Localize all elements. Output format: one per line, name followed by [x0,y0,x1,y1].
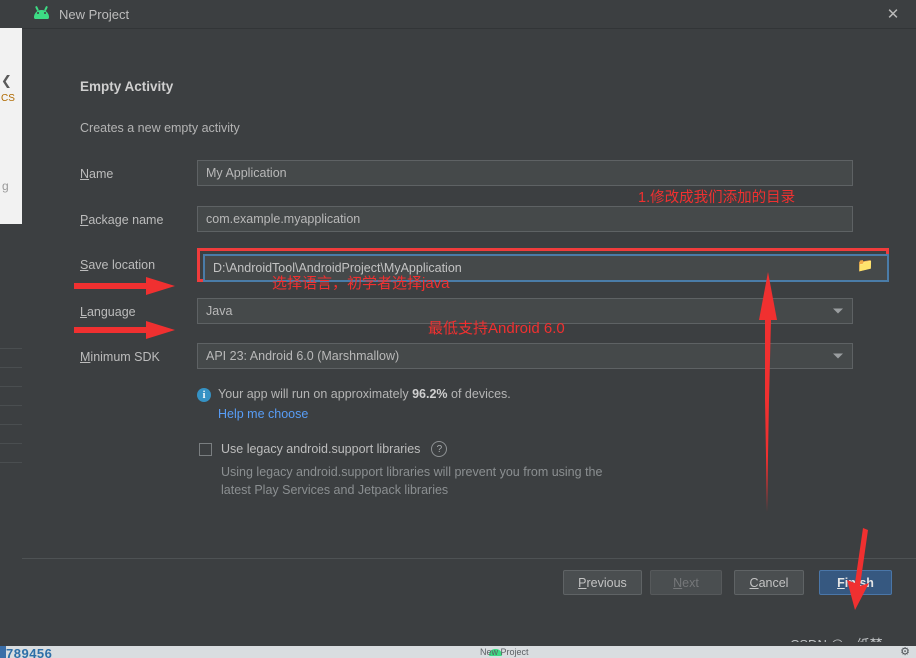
dialog-footer: Previous Next Cancel Finish [22,558,916,607]
next-button: Next [650,570,722,595]
help-me-choose-link[interactable]: Help me choose [218,407,308,421]
android-robot-icon [34,9,49,19]
background-browser-text: CS [1,93,15,104]
label-language-rest: anguage [86,305,136,319]
background-left-strip: ❮ CS g [0,0,23,658]
dialog-title: New Project [59,6,130,22]
finish-button[interactable]: Finish [819,570,892,595]
page-subtitle: Creates a new empty activity [80,121,240,135]
taskbar: New Project ⚙ 789456 [0,642,916,658]
taskbar-background: New Project ⚙ [0,646,916,658]
folder-icon[interactable]: 📁 [857,259,873,272]
label-package-name: Package name [80,213,164,227]
label-minimum-sdk: Minimum SDK [80,350,160,364]
legacy-libraries-row[interactable]: Use legacy android.support libraries ? [199,441,448,457]
language-combo-value: Java [206,304,233,318]
label-save-location: Save location [80,258,156,272]
background-ide-rows [0,330,22,480]
annotation-save-location: 1.修改成我们添加的目录 [638,190,796,206]
previous-button-rest: revious [586,575,627,590]
close-icon[interactable]: ✕ [870,0,916,28]
annotation-minimum-sdk: 最低支持Android 6.0 [428,320,565,337]
cancel-button[interactable]: Cancel [734,570,804,595]
label-save-location-rest: ave location [88,258,156,272]
label-name-rest: ame [89,167,114,181]
background-browser-window: ❮ CS g [0,28,23,224]
chevron-down-icon [833,353,843,359]
info-icon: i [197,388,211,402]
device-coverage-info: i Your app will run on approximately 96.… [197,387,511,402]
cancel-button-rest: ancel [758,575,789,590]
help-icon[interactable]: ? [431,441,448,457]
dialog-titlebar: New Project ✕ [22,0,916,29]
annotation-language: 选择语言，初学者选择java [272,275,450,292]
name-input[interactable]: My Application [197,160,853,186]
taskbar-item-new-project[interactable]: New Project [480,647,529,657]
info-suffix: of devices. [447,387,511,401]
gear-icon[interactable]: ⚙ [900,645,910,658]
chevron-left-icon: ❮ [1,73,12,88]
label-language: Language [80,305,136,319]
info-percent: 96.2% [412,387,448,401]
minimum-sdk-combo[interactable]: API 23: Android 6.0 (Marshmallow) [197,343,853,369]
label-name: Name [80,167,114,181]
legacy-libraries-description: Using legacy android.support libraries w… [221,465,603,497]
label-package-name-rest: ackage name [88,213,164,227]
previous-button[interactable]: Previous [563,570,642,595]
taskbar-number: 789456 [6,646,53,658]
legacy-libraries-checkbox[interactable] [199,442,212,456]
background-browser-text-2: g [2,179,9,193]
legacy-libraries-label: Use legacy android.support libraries [221,442,421,456]
package-name-input[interactable]: com.example.myapplication [197,206,853,232]
finish-button-rest: inish [844,575,874,590]
minimum-sdk-combo-value: API 23: Android 6.0 (Marshmallow) [206,349,400,363]
next-button-rest: ext [682,575,699,590]
info-prefix: Your app will run on approximately [218,387,413,401]
label-minimum-sdk-rest: inimum SDK [90,350,160,364]
chevron-down-icon [833,308,843,314]
page-title: Empty Activity [80,79,174,94]
screenshot-root: ❮ CS g SDN New Project ✕ Empty Activity … [0,0,916,658]
